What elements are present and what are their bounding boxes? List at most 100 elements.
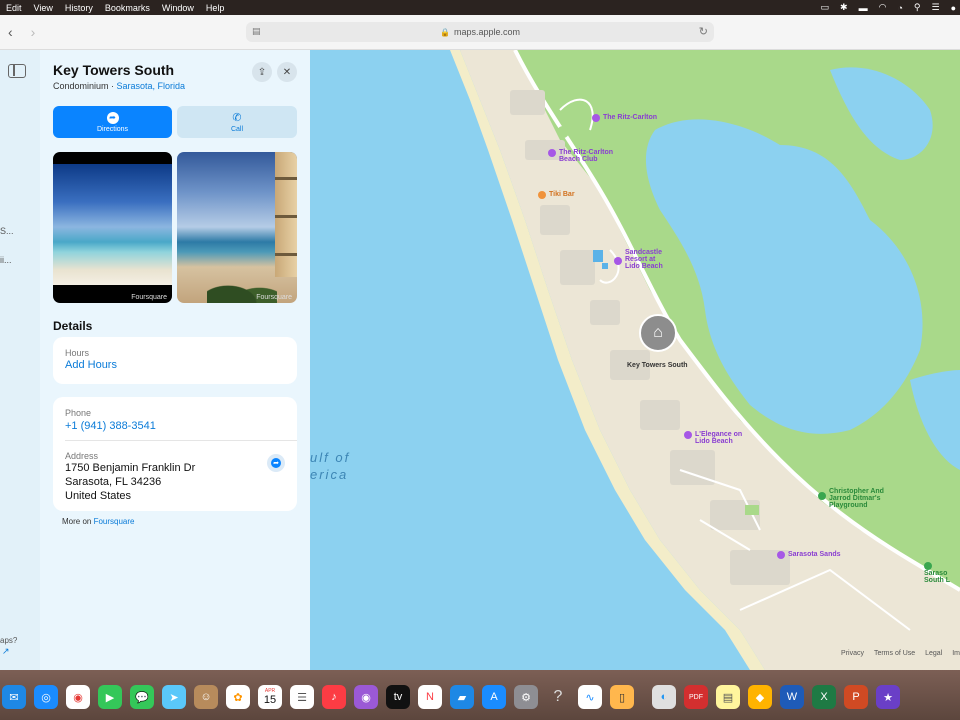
siri-icon[interactable]: ● <box>951 3 956 13</box>
add-hours-link[interactable]: Add Hours <box>65 359 117 371</box>
calendar-icon[interactable]: APR 15 <box>258 685 282 709</box>
sidebar-partial-text: S... <box>0 226 14 236</box>
call-label: Call <box>230 126 244 133</box>
reminders-icon[interactable]: ☰ <box>290 685 314 709</box>
help-icon[interactable]: ? <box>546 685 570 709</box>
poi-playground[interactable]: Christopher And Jarrod Ditmar's Playground <box>818 488 884 509</box>
address-line: United States <box>65 490 132 502</box>
menu-bar: Edit View History Bookmarks Window Help … <box>0 0 960 15</box>
control-center-icon[interactable]: ☰ <box>931 2 939 13</box>
bluetooth-icon[interactable]: ✱ <box>840 2 848 13</box>
privacy-link[interactable]: Privacy <box>841 650 864 657</box>
excel-icon[interactable]: X <box>812 685 836 709</box>
hours-label: Hours <box>65 348 90 358</box>
directions-button[interactable]: ➦ Directions <box>53 106 172 138</box>
podcasts-icon[interactable]: ◉ <box>354 685 378 709</box>
wifi-icon[interactable]: ◠ <box>879 2 887 13</box>
music-icon[interactable]: ♪ <box>322 685 346 709</box>
poi-sandcastle-resort[interactable]: Sandcastle Resort at Lido Beach <box>614 249 663 270</box>
settings-icon[interactable]: ⚙ <box>514 685 538 709</box>
poi-label: Lido Beach <box>695 438 733 445</box>
poi-lelegance[interactable]: L'Elegance on Lido Beach <box>684 431 742 445</box>
menu-window[interactable]: Window <box>162 3 194 13</box>
app-store-icon[interactable]: A <box>482 685 506 709</box>
poi-label: Christopher And <box>829 488 884 495</box>
imprint-link[interactable]: Im <box>952 650 960 657</box>
maps-icon[interactable]: ➤ <box>162 685 186 709</box>
word-icon[interactable]: W <box>780 685 804 709</box>
sketch-icon[interactable]: ◆ <box>748 685 772 709</box>
legal-link[interactable]: Legal <box>925 650 942 657</box>
selected-place-pin[interactable]: ⌂ <box>639 314 677 352</box>
news-icon[interactable]: N <box>418 685 442 709</box>
details-heading: Details <box>53 319 93 333</box>
poi-label: Sarasota Sands <box>788 551 841 558</box>
share-button[interactable]: ⇪ <box>252 62 272 82</box>
more-on: More on Foursquare <box>62 517 135 526</box>
spotlight-icon[interactable]: ⚲ <box>914 2 921 13</box>
close-button[interactable]: ✕ <box>277 62 297 82</box>
address-bar[interactable]: ▤ 🔒 maps.apple.com ↻ <box>246 22 714 42</box>
menu-edit[interactable]: Edit <box>6 3 22 13</box>
poi-label: Lido Beach <box>625 263 663 270</box>
menu-view[interactable]: View <box>34 3 53 13</box>
menu-bookmarks[interactable]: Bookmarks <box>105 3 150 13</box>
map-view[interactable]: The Ritz-Carlton The Ritz-Carlton Beach C… <box>310 50 960 670</box>
place-category: Condominium <box>53 81 109 91</box>
address-label: Address <box>65 451 99 461</box>
back-icon[interactable]: ‹ <box>8 24 13 40</box>
menu-help[interactable]: Help <box>206 3 225 13</box>
external-link-icon[interactable]: ↗ <box>2 646 10 657</box>
poi-ritz-beach-club[interactable]: The Ritz-Carlton Beach Club <box>548 149 613 163</box>
poi-sarasota-sands[interactable]: Sarasota Sands <box>777 551 841 559</box>
call-button[interactable]: ✆ Call <box>177 106 297 138</box>
activity-monitor-icon[interactable]: ∿ <box>578 685 602 709</box>
poi-ritz-carlton[interactable]: The Ritz-Carlton <box>592 114 657 122</box>
page-menu-icon[interactable]: ▤ <box>252 26 261 37</box>
place-photo[interactable]: Foursquare <box>177 152 297 303</box>
poi-label: Saraso <box>924 570 948 577</box>
poi-label: Tiki Bar <box>549 191 575 198</box>
subtitle-separator: · <box>108 81 117 91</box>
address-line: Sarasota, FL 34236 <box>65 476 162 488</box>
battery-icon[interactable]: ▬ <box>859 3 868 13</box>
chrome-icon[interactable]: ◉ <box>66 685 90 709</box>
screen-icon[interactable]: ▭ <box>821 2 830 13</box>
messages-icon[interactable]: 💬 <box>130 685 154 709</box>
poi-label: L'Elegance on <box>695 431 743 438</box>
poi-tiki-bar[interactable]: Tiki Bar <box>538 191 575 199</box>
photos-icon[interactable]: ✿ <box>226 685 250 709</box>
reload-icon[interactable]: ↻ <box>699 25 708 38</box>
menu-history[interactable]: History <box>65 3 93 13</box>
browser-toolbar: ‹ › ▤ 🔒 maps.apple.com ↻ <box>0 15 960 50</box>
notes-icon[interactable]: ▤ <box>716 685 740 709</box>
bar-icon <box>538 191 546 199</box>
poi-sarasota-south[interactable]: Saraso South L <box>924 559 960 584</box>
mail-icon[interactable]: ✉ <box>2 685 26 709</box>
directions-icon: ➦ <box>106 111 119 124</box>
safari-icon[interactable]: ◎ <box>34 685 58 709</box>
sidebar-partial-text: aps? <box>0 636 18 645</box>
tv-icon[interactable]: tv <box>386 685 410 709</box>
place-location-link[interactable]: Sarasota, Florida <box>117 81 186 91</box>
iphone-mirroring-icon[interactable]: ▯ <box>610 685 634 709</box>
keynote-icon[interactable]: ▰ <box>450 685 474 709</box>
phone-link[interactable]: +1 (941) 388-3541 <box>65 420 156 432</box>
preview-icon[interactable]: ◐ <box>652 685 676 709</box>
sidebar-toggle-icon[interactable] <box>8 64 26 78</box>
map-footer: Privacy Terms of Use Legal Im <box>833 650 960 657</box>
facetime-icon[interactable]: ▶ <box>98 685 122 709</box>
terms-link[interactable]: Terms of Use <box>874 650 915 657</box>
clock-icon[interactable]: ◔ <box>897 3 902 13</box>
imovie-icon[interactable]: ★ <box>876 685 900 709</box>
contacts-icon[interactable]: ☺ <box>194 685 218 709</box>
directions-label: Directions <box>96 125 129 133</box>
powerpoint-icon[interactable]: P <box>844 685 868 709</box>
place-photo[interactable]: Foursquare <box>53 152 172 303</box>
acrobat-icon[interactable]: PDF <box>684 685 708 709</box>
divider <box>65 440 297 441</box>
forward-icon[interactable]: › <box>31 24 36 40</box>
address-directions-button[interactable]: ➦ <box>267 454 285 472</box>
url-text: maps.apple.com <box>453 27 520 37</box>
foursquare-link[interactable]: Foursquare <box>94 517 135 526</box>
